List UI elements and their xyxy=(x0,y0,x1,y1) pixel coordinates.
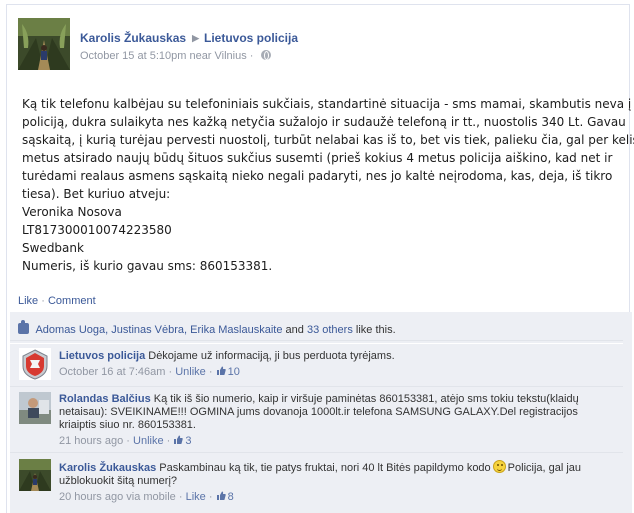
comment-likes-count[interactable]: 3 xyxy=(173,435,192,447)
commenter-avatar[interactable] xyxy=(19,392,51,424)
comment-timestamp[interactable]: 20 hours ago via mobile xyxy=(59,491,176,503)
comment-likes-count[interactable]: 10 xyxy=(216,366,240,378)
comment-meta: 21 hours ago · Unlike · 3 xyxy=(59,435,192,447)
story-header: Karolis Žukauskas ▶ Lietuvos policija xyxy=(80,31,298,45)
globe-icon[interactable] xyxy=(260,50,271,60)
others-likes-link[interactable]: 33 others xyxy=(307,324,353,336)
commenter-avatar[interactable] xyxy=(19,348,51,380)
comment-body: Rolandas Balčius Ką tik iš šio numerio, … xyxy=(59,393,615,448)
post-message: Ką tik telefonu kalbėjau su telefoniniai… xyxy=(22,95,634,275)
comment-body: Lietuvos policija Dėkojame už informacij… xyxy=(59,350,615,379)
unlike-link[interactable]: Unlike xyxy=(175,366,206,378)
thumbs-up-icon xyxy=(216,491,226,501)
post-line: Ką tik telefonu kalbėjau su telefoniniai… xyxy=(22,97,632,111)
post-line: turėdami realaus asmens sąskaitą nieko n… xyxy=(22,169,613,183)
post-line: Veronika Nosova xyxy=(22,205,122,219)
post-line: Swedbank xyxy=(22,241,84,255)
commenter-avatar[interactable] xyxy=(19,459,51,491)
target-page-link[interactable]: Lietuvos policija xyxy=(204,31,298,45)
post-line: policiją, dukra sulaikyta nes kažką nety… xyxy=(22,115,626,129)
post-line: sąskaitą, į kurią turėjau pervesti nuost… xyxy=(22,133,634,147)
likers-names-link[interactable]: Adomas Uoga, Justinas Vėbra, Erika Masla… xyxy=(35,324,282,336)
story-actions: Like · Comment xyxy=(18,295,96,307)
story-timestamp[interactable]: October 15 at 5:10pm near Vilnius xyxy=(80,50,247,62)
like-comment-link[interactable]: Like xyxy=(186,491,206,503)
comment-text: Paskambinau ką tik, tie patys fruktai, n… xyxy=(159,462,491,474)
comment-item: Lietuvos policija Dėkojame už informacij… xyxy=(10,343,623,385)
comment-likes-count[interactable]: 8 xyxy=(216,491,234,503)
author-name-link[interactable]: Karolis Žukauskas xyxy=(80,31,186,45)
post-line: metus atsirado naujų būdų šituos sukčius… xyxy=(22,151,613,165)
post-line: LT817300010074223580 xyxy=(22,223,172,237)
comment-item: Karolis Žukauskas Paskambinau ką tik, ti… xyxy=(10,452,623,513)
comment-author-link[interactable]: Lietuvos policija xyxy=(59,350,145,362)
comment-text: Dėkojame už informaciją, ji bus perduota… xyxy=(148,350,395,362)
thumbs-up-icon xyxy=(174,435,184,445)
post-line: Numeris, iš kurio gavau sms: 860153381. xyxy=(22,259,273,273)
likes-summary: Adomas Uoga, Justinas Vėbra, Erika Masla… xyxy=(10,319,623,341)
like-link[interactable]: Like xyxy=(18,295,38,307)
comment-author-link[interactable]: Karolis Žukauskas xyxy=(59,462,156,474)
comment-meta: 20 hours ago via mobile · Like · 8 xyxy=(59,491,234,503)
unlike-link[interactable]: Unlike xyxy=(133,435,164,447)
arrow-right-icon: ▶ xyxy=(192,33,199,43)
author-avatar[interactable] xyxy=(18,18,70,70)
smiley-icon xyxy=(492,460,506,473)
comment-timestamp[interactable]: 21 hours ago xyxy=(59,435,123,447)
comment-item: Rolandas Balčius Ką tik iš šio numerio, … xyxy=(10,386,623,451)
post-line: tiesa). Bet kuriuo atveju: xyxy=(22,187,171,201)
comment-timestamp[interactable]: October 16 at 7:46am xyxy=(59,366,165,378)
comment-body: Karolis Žukauskas Paskambinau ką tik, ti… xyxy=(59,460,615,504)
thumbs-up-icon xyxy=(216,366,226,376)
thumbs-up-icon xyxy=(18,320,29,334)
story-meta: October 15 at 5:10pm near Vilnius · xyxy=(80,50,271,62)
comment-author-link[interactable]: Rolandas Balčius xyxy=(59,393,151,405)
comment-link[interactable]: Comment xyxy=(48,295,96,307)
comment-meta: October 16 at 7:46am · Unlike · 10 xyxy=(59,366,240,378)
